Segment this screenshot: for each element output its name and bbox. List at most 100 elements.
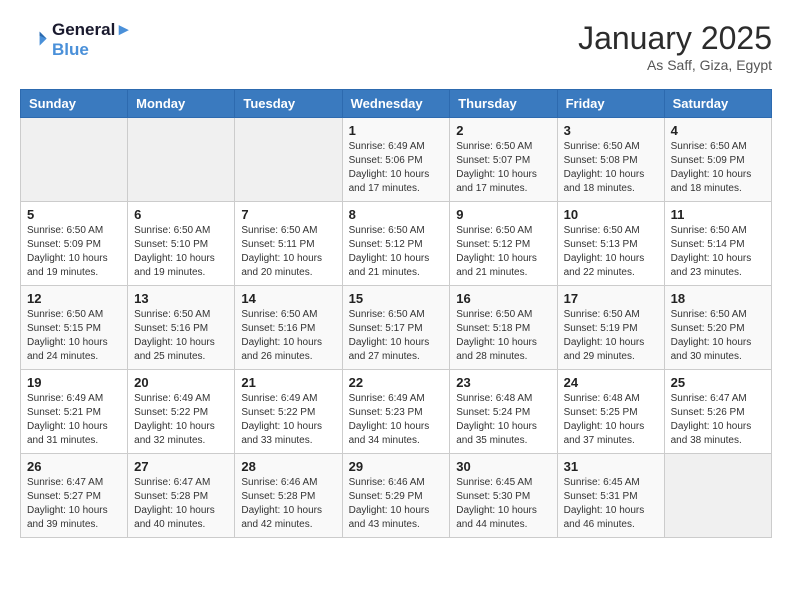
logo: General► Blue — [20, 20, 132, 60]
day-info: Sunrise: 6:50 AM Sunset: 5:12 PM Dayligh… — [456, 224, 550, 280]
calendar-cell: 9Sunrise: 6:50 AM Sunset: 5:12 PM Daylig… — [450, 202, 557, 286]
day-number: 2 — [456, 123, 550, 138]
calendar-cell: 23Sunrise: 6:48 AM Sunset: 5:24 PM Dayli… — [450, 370, 557, 454]
day-info: Sunrise: 6:50 AM Sunset: 5:09 PM Dayligh… — [671, 140, 765, 196]
day-number: 16 — [456, 291, 550, 306]
calendar-cell: 12 Sunrise: 6:50 AM Sunset: 5:15 PM Dayli… — [21, 286, 128, 370]
day-info: Sunrise: 6:49 AM Sunset: 5:22 PM Dayligh… — [134, 392, 228, 448]
day-number: 4 — [671, 123, 765, 138]
weekday-header-tuesday: Tuesday — [235, 90, 342, 118]
day-info: Sunrise: 6:49 AM Sunset: 5:21 PM Dayligh… — [27, 392, 121, 448]
day-info: Sunrise: 6:48 AM Sunset: 5:25 PM Dayligh… — [564, 392, 658, 448]
day-number: 30 — [456, 459, 550, 474]
weekday-header-monday: Monday — [128, 90, 235, 118]
day-info: Sunrise: 6:50 AM Sunset: 5:07 PM Dayligh… — [456, 140, 550, 196]
calendar-cell: 26 Sunrise: 6:47 AM Sunset: 5:27 PM Dayli… — [21, 454, 128, 538]
day-number: 12 — [27, 291, 121, 306]
calendar-cell: 10 Sunrise: 6:50 AM Sunset: 5:13 PM Dayli… — [557, 202, 664, 286]
calendar-cell: 29 Sunrise: 6:46 AM Sunset: 5:29 PM Dayli… — [342, 454, 450, 538]
calendar-cell: 17 Sunrise: 6:50 AM Sunset: 5:19 PM Dayli… — [557, 286, 664, 370]
calendar-cell: 6Sunrise: 6:50 AM Sunset: 5:10 PM Daylig… — [128, 202, 235, 286]
day-info: Sunrise: 6:50 AM Sunset: 5:09 PM Dayligh… — [27, 224, 121, 280]
calendar-cell: 1Sunrise: 6:49 AM Sunset: 5:06 PM Daylig… — [342, 118, 450, 202]
calendar-cell: 18Sunrise: 6:50 AM Sunset: 5:20 PM Dayli… — [664, 286, 771, 370]
calendar-cell: 25 Sunrise: 6:47 AM Sunset: 5:26 PM Dayli… — [664, 370, 771, 454]
day-info: Sunrise: 6:50 AM Sunset: 5:14 PM Dayligh… — [671, 224, 765, 280]
day-number: 20 — [134, 375, 228, 390]
calendar-cell: 19 Sunrise: 6:49 AM Sunset: 5:21 PM Dayli… — [21, 370, 128, 454]
day-number: 25 — [671, 375, 765, 390]
day-number: 1 — [349, 123, 444, 138]
calendar-cell: 4 Sunrise: 6:50 AM Sunset: 5:09 PM Daylig… — [664, 118, 771, 202]
calendar-cell — [21, 118, 128, 202]
title-block: January 2025 As Saff, Giza, Egypt — [578, 20, 772, 73]
day-info: Sunrise: 6:50 AM Sunset: 5:18 PM Dayligh… — [456, 308, 550, 364]
calendar-cell: 3 Sunrise: 6:50 AM Sunset: 5:08 PM Daylig… — [557, 118, 664, 202]
day-info: Sunrise: 6:50 AM Sunset: 5:16 PM Dayligh… — [134, 308, 228, 364]
day-info: Sunrise: 6:50 AM Sunset: 5:12 PM Dayligh… — [349, 224, 444, 280]
day-info: Sunrise: 6:50 AM Sunset: 5:15 PM Dayligh… — [27, 308, 121, 364]
calendar-cell: 5 Sunrise: 6:50 AM Sunset: 5:09 PM Daylig… — [21, 202, 128, 286]
calendar-cell: 13 Sunrise: 6:50 AM Sunset: 5:16 PM Dayli… — [128, 286, 235, 370]
calendar-week-1: 1Sunrise: 6:49 AM Sunset: 5:06 PM Daylig… — [21, 118, 772, 202]
day-info: Sunrise: 6:50 AM Sunset: 5:17 PM Dayligh… — [349, 308, 444, 364]
calendar-cell: 27 Sunrise: 6:47 AM Sunset: 5:28 PM Dayli… — [128, 454, 235, 538]
day-info: Sunrise: 6:50 AM Sunset: 5:10 PM Dayligh… — [134, 224, 228, 280]
calendar-cell — [128, 118, 235, 202]
calendar-cell: 30 Sunrise: 6:45 AM Sunset: 5:30 PM Dayli… — [450, 454, 557, 538]
day-number: 28 — [241, 459, 335, 474]
day-info: Sunrise: 6:50 AM Sunset: 5:08 PM Dayligh… — [564, 140, 658, 196]
day-info: Sunrise: 6:50 AM Sunset: 5:19 PM Dayligh… — [564, 308, 658, 364]
calendar-cell: 31 Sunrise: 6:45 AM Sunset: 5:31 PM Dayli… — [557, 454, 664, 538]
day-number: 11 — [671, 207, 765, 222]
day-number: 10 — [564, 207, 658, 222]
day-info: Sunrise: 6:50 AM Sunset: 5:13 PM Dayligh… — [564, 224, 658, 280]
calendar-week-3: 12 Sunrise: 6:50 AM Sunset: 5:15 PM Dayli… — [21, 286, 772, 370]
month-title: January 2025 — [578, 20, 772, 57]
day-number: 15 — [349, 291, 444, 306]
calendar-cell: 21Sunrise: 6:49 AM Sunset: 5:22 PM Dayli… — [235, 370, 342, 454]
calendar-week-5: 26 Sunrise: 6:47 AM Sunset: 5:27 PM Dayli… — [21, 454, 772, 538]
calendar-cell: 20 Sunrise: 6:49 AM Sunset: 5:22 PM Dayli… — [128, 370, 235, 454]
day-info: Sunrise: 6:47 AM Sunset: 5:26 PM Dayligh… — [671, 392, 765, 448]
weekday-header-friday: Friday — [557, 90, 664, 118]
day-number: 23 — [456, 375, 550, 390]
logo-text: General► Blue — [52, 20, 132, 60]
calendar-cell: 8Sunrise: 6:50 AM Sunset: 5:12 PM Daylig… — [342, 202, 450, 286]
day-number: 26 — [27, 459, 121, 474]
calendar-cell: 7 Sunrise: 6:50 AM Sunset: 5:11 PM Daylig… — [235, 202, 342, 286]
day-number: 3 — [564, 123, 658, 138]
calendar-week-2: 5 Sunrise: 6:50 AM Sunset: 5:09 PM Daylig… — [21, 202, 772, 286]
weekday-header-row: SundayMondayTuesdayWednesdayThursdayFrid… — [21, 90, 772, 118]
day-info: Sunrise: 6:47 AM Sunset: 5:27 PM Dayligh… — [27, 476, 121, 532]
day-info: Sunrise: 6:50 AM Sunset: 5:20 PM Dayligh… — [671, 308, 765, 364]
day-info: Sunrise: 6:45 AM Sunset: 5:31 PM Dayligh… — [564, 476, 658, 532]
day-number: 13 — [134, 291, 228, 306]
calendar-week-4: 19 Sunrise: 6:49 AM Sunset: 5:21 PM Dayli… — [21, 370, 772, 454]
day-info: Sunrise: 6:49 AM Sunset: 5:22 PM Dayligh… — [241, 392, 335, 448]
calendar-cell: 24Sunrise: 6:48 AM Sunset: 5:25 PM Dayli… — [557, 370, 664, 454]
day-info: Sunrise: 6:45 AM Sunset: 5:30 PM Dayligh… — [456, 476, 550, 532]
logo-icon — [20, 26, 48, 54]
calendar-cell: 14Sunrise: 6:50 AM Sunset: 5:16 PM Dayli… — [235, 286, 342, 370]
calendar-cell: 11 Sunrise: 6:50 AM Sunset: 5:14 PM Dayli… — [664, 202, 771, 286]
calendar-cell: 15 Sunrise: 6:50 AM Sunset: 5:17 PM Dayli… — [342, 286, 450, 370]
weekday-header-wednesday: Wednesday — [342, 90, 450, 118]
calendar-table: SundayMondayTuesdayWednesdayThursdayFrid… — [20, 89, 772, 538]
calendar-cell: 22Sunrise: 6:49 AM Sunset: 5:23 PM Dayli… — [342, 370, 450, 454]
day-number: 31 — [564, 459, 658, 474]
day-number: 29 — [349, 459, 444, 474]
page-header: General► Blue January 2025 As Saff, Giza… — [20, 20, 772, 73]
day-number: 27 — [134, 459, 228, 474]
day-info: Sunrise: 6:46 AM Sunset: 5:29 PM Dayligh… — [349, 476, 444, 532]
day-info: Sunrise: 6:50 AM Sunset: 5:11 PM Dayligh… — [241, 224, 335, 280]
day-number: 5 — [27, 207, 121, 222]
day-number: 19 — [27, 375, 121, 390]
day-number: 17 — [564, 291, 658, 306]
calendar-cell: 2 Sunrise: 6:50 AM Sunset: 5:07 PM Daylig… — [450, 118, 557, 202]
day-number: 14 — [241, 291, 335, 306]
day-info: Sunrise: 6:47 AM Sunset: 5:28 PM Dayligh… — [134, 476, 228, 532]
weekday-header-thursday: Thursday — [450, 90, 557, 118]
day-number: 7 — [241, 207, 335, 222]
calendar-cell — [235, 118, 342, 202]
